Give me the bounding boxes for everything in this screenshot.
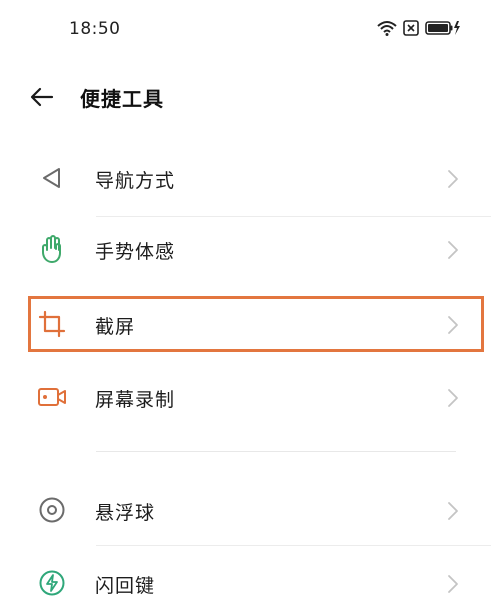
- list-item-screenshot[interactable]: 截屏: [0, 293, 491, 355]
- list-item-floating-ball[interactable]: 悬浮球: [0, 479, 491, 541]
- list-item-label: 导航方式: [95, 170, 176, 192]
- list-item-label: 屏幕录制: [95, 389, 176, 411]
- crop-icon: [36, 308, 68, 340]
- status-icons: [377, 20, 461, 36]
- divider: [96, 545, 491, 546]
- list-item-label: 闪回键: [95, 575, 156, 597]
- list-item-flashback[interactable]: 闪回键: [0, 552, 491, 614]
- list-item-label: 手势体感: [95, 241, 176, 263]
- status-bar: 18:50: [0, 0, 491, 62]
- battery-charging-icon: [425, 20, 461, 36]
- arrow-left-icon: [30, 87, 54, 107]
- floating-ball-icon: [36, 494, 68, 526]
- back-button[interactable]: [28, 83, 56, 111]
- wifi-icon: [377, 20, 397, 36]
- video-record-icon: [36, 381, 68, 413]
- list-item-label: 悬浮球: [95, 502, 156, 524]
- navigation-triangle-icon: [36, 162, 68, 194]
- chevron-right-icon: [448, 170, 458, 188]
- list-item-navigation[interactable]: 导航方式: [0, 147, 491, 209]
- list-item-screen-record[interactable]: 屏幕录制: [0, 366, 491, 428]
- section-divider: [96, 451, 456, 452]
- chevron-right-icon: [448, 502, 458, 520]
- flashback-icon: [36, 567, 68, 599]
- chevron-right-icon: [448, 241, 458, 259]
- hand-gesture-icon: [36, 233, 68, 265]
- list-item-label: 截屏: [95, 316, 136, 338]
- list-item-gesture[interactable]: 手势体感: [0, 218, 491, 280]
- status-time: 18:50: [69, 19, 121, 39]
- chevron-right-icon: [448, 389, 458, 407]
- page-title: 便捷工具: [80, 87, 164, 111]
- chevron-right-icon: [448, 316, 458, 334]
- page-header: 便捷工具: [0, 75, 491, 119]
- chevron-right-icon: [448, 575, 458, 593]
- divider: [96, 216, 491, 217]
- sim-icon: [403, 20, 419, 36]
